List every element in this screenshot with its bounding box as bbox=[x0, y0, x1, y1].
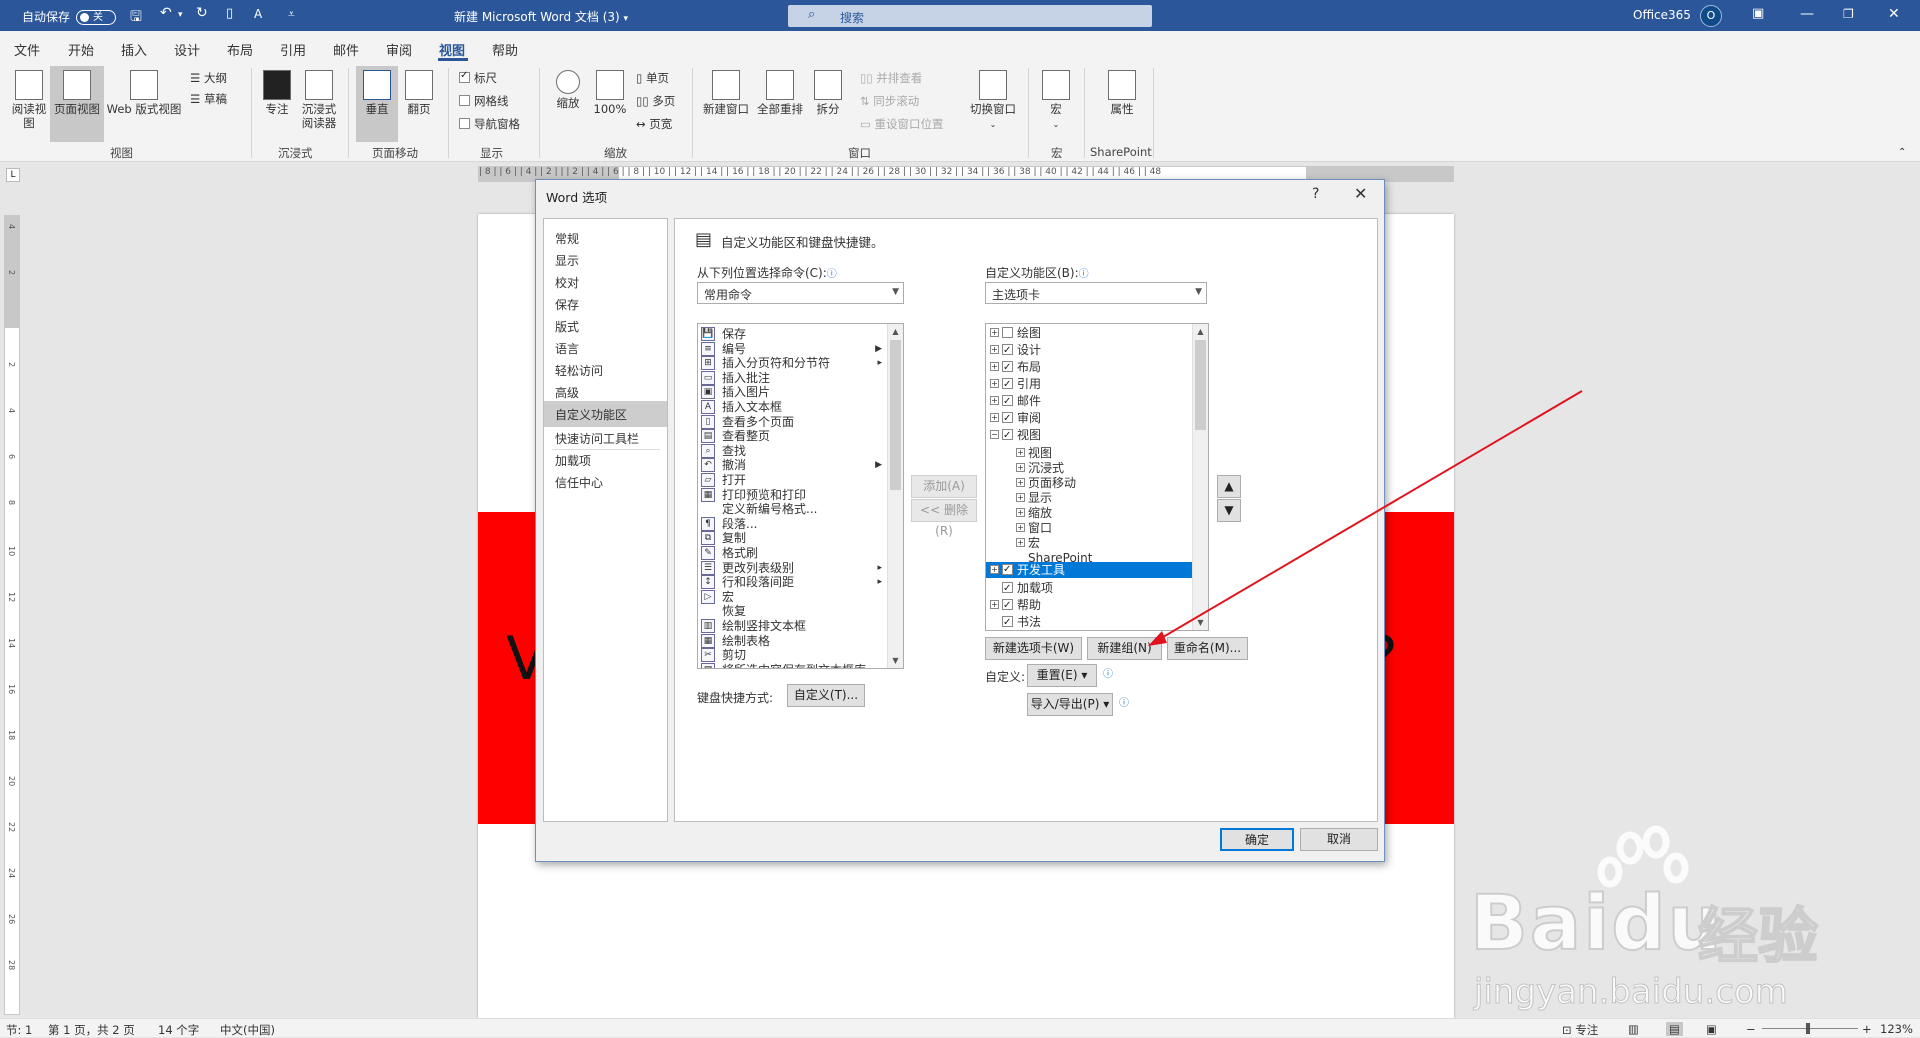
arrow-line bbox=[1157, 390, 1583, 641]
watermark-text-jingyan: 经验 bbox=[1697, 901, 1819, 973]
watermark-text-baidu: Baidu bbox=[1469, 877, 1724, 968]
baidu-jingyan-watermark: Baidu 经验 jingyan.baidu.com bbox=[1469, 822, 1910, 1022]
watermark-url: jingyan.baidu.com bbox=[1474, 972, 1789, 1013]
arrow-head bbox=[1148, 631, 1167, 646]
